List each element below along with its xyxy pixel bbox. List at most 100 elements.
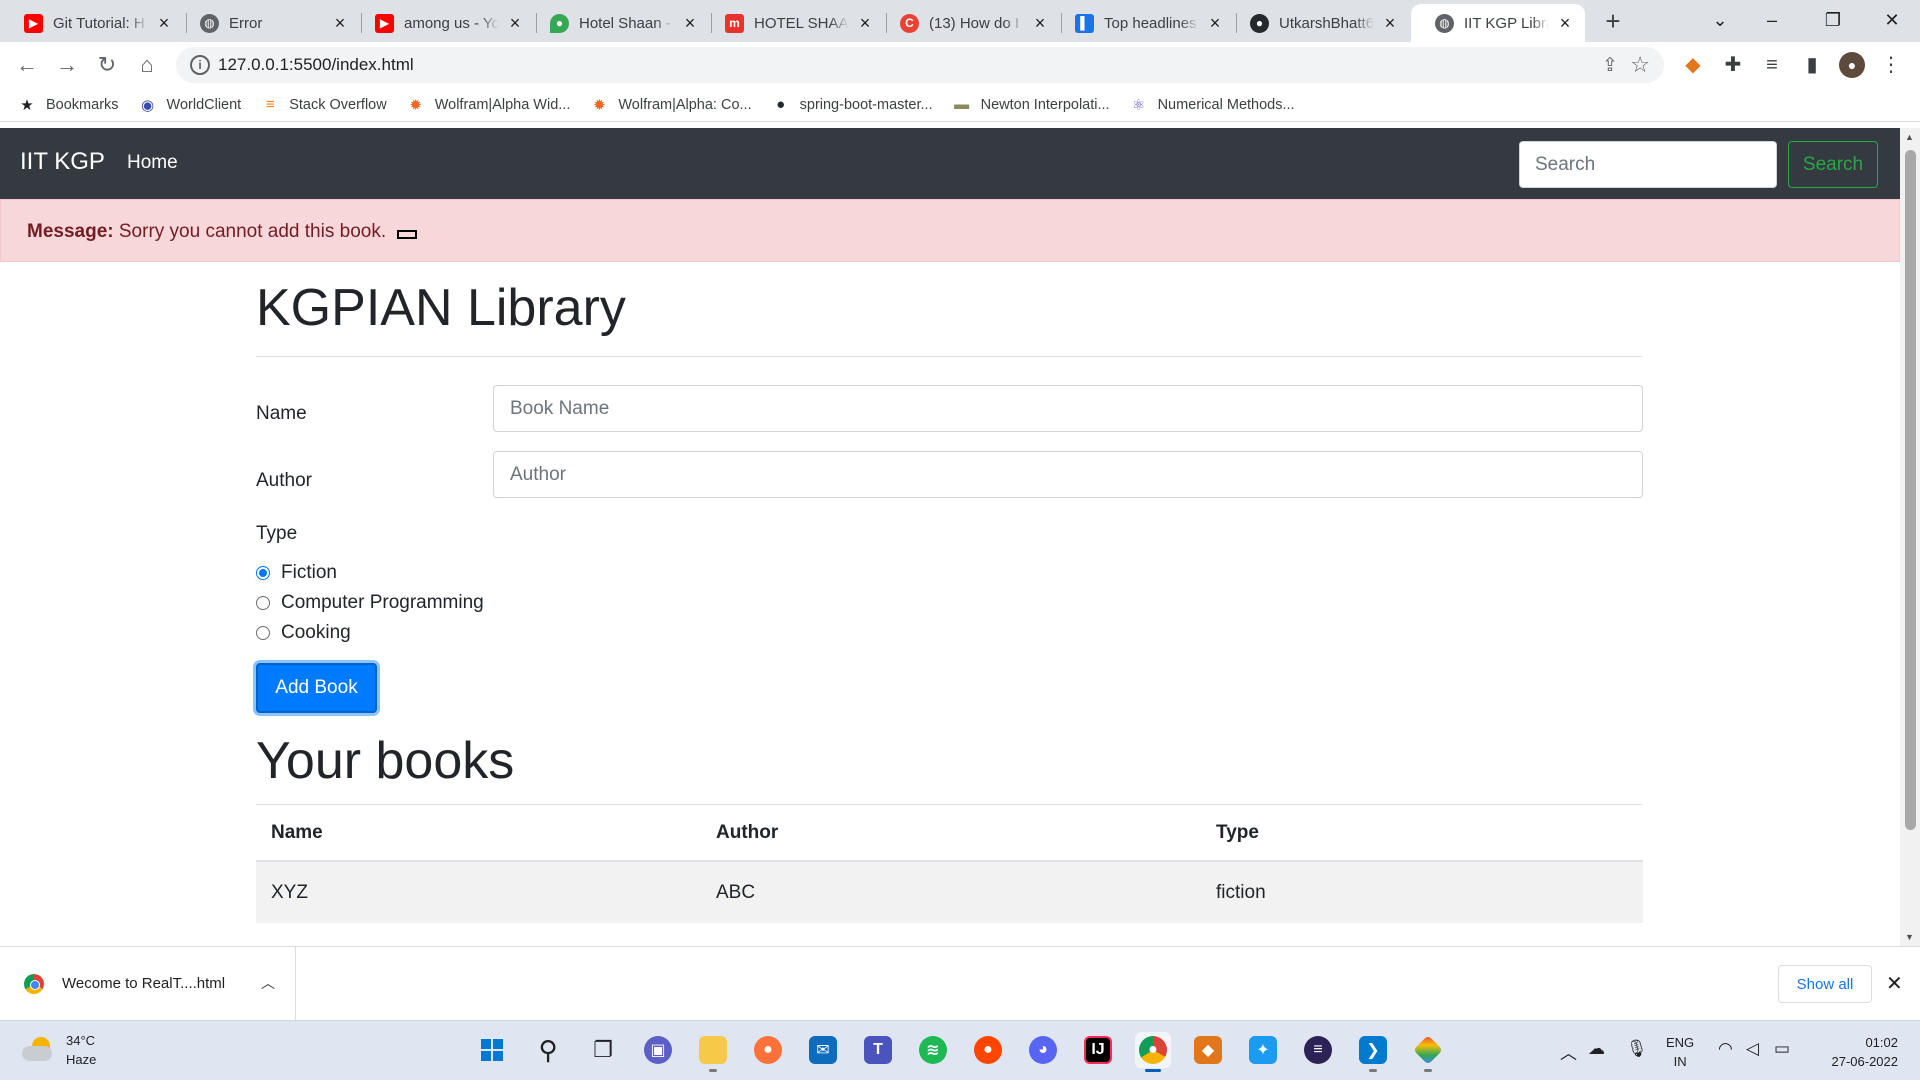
nav-link-home[interactable]: Home: [127, 152, 178, 174]
chevron-up-icon[interactable]: ︿: [1560, 1039, 1577, 1064]
firefox-icon: ●: [754, 1036, 782, 1064]
radio-computer-programming[interactable]: Computer Programming: [256, 592, 484, 614]
system-clock[interactable]: 01:02 27-06-2022: [1818, 1033, 1899, 1071]
browser-tab[interactable]: C (13) How do I ×: [876, 4, 1060, 42]
browser-tab[interactable]: m HOTEL SHAAN ×: [701, 4, 885, 42]
back-arrow-icon[interactable]: ←: [10, 48, 44, 82]
task-view-button[interactable]: ❐: [585, 1032, 621, 1068]
page-scrollbar[interactable]: ▲ ▼: [1900, 128, 1920, 946]
bookmark-item[interactable]: ✹ Wolfram|Alpha: Co...: [590, 96, 752, 114]
search-taskbar-button[interactable]: ⚲: [530, 1032, 566, 1068]
browser-tab[interactable]: ● UtkarshBhatt6 ×: [1226, 4, 1410, 42]
book-name-input[interactable]: [493, 385, 1643, 432]
bookmark-item[interactable]: ⚛ Numerical Methods...: [1130, 96, 1295, 114]
table-row: XYZ ABC fiction: [256, 860, 1643, 923]
scroll-down-arrow-icon[interactable]: ▼: [1905, 932, 1914, 942]
close-tab-icon[interactable]: ×: [1030, 13, 1050, 34]
close-tab-icon[interactable]: ×: [505, 13, 525, 34]
discord-button[interactable]: ◕: [1025, 1032, 1061, 1068]
close-icon[interactable]: ✕: [1886, 971, 1903, 996]
reddit-button[interactable]: ●: [970, 1032, 1006, 1068]
intellij-button[interactable]: IJ: [1080, 1032, 1116, 1068]
navbar-search-input[interactable]: [1519, 141, 1777, 188]
radio-cooking[interactable]: Cooking: [256, 622, 351, 644]
bookmark-item[interactable]: ▬ Newton Interpolati...: [953, 96, 1109, 114]
url-text[interactable]: 127.0.0.1:5500/index.html: [218, 55, 414, 75]
alert-text: Sorry you cannot add this book.: [113, 221, 387, 242]
profile-avatar[interactable]: ●: [1839, 52, 1865, 78]
browser-tab[interactable]: ◍ Error ×: [176, 4, 360, 42]
radio-fiction[interactable]: Fiction: [256, 562, 337, 584]
close-tab-icon[interactable]: ×: [154, 13, 174, 34]
share-icon[interactable]: ⇪: [1602, 54, 1618, 77]
youtube-icon: ▶: [24, 13, 43, 33]
navbar-brand[interactable]: IIT KGP: [20, 148, 105, 176]
close-tab-icon[interactable]: ×: [855, 13, 875, 34]
bookmark-star-icon[interactable]: ☆: [1630, 52, 1650, 78]
radio-button[interactable]: [256, 626, 270, 640]
metamask-button[interactable]: ◆: [1190, 1032, 1226, 1068]
app-button[interactable]: [1410, 1032, 1446, 1072]
close-window-icon[interactable]: ✕: [1862, 0, 1920, 42]
volume-icon[interactable]: ◁: [1746, 1039, 1759, 1059]
new-tab-button[interactable]: +: [1598, 7, 1628, 37]
close-tab-icon[interactable]: ×: [1380, 13, 1400, 34]
firefox-button[interactable]: ●: [750, 1032, 786, 1068]
onedrive-cloud-icon[interactable]: ☁: [1588, 1039, 1605, 1059]
mail-button[interactable]: ✉: [805, 1032, 841, 1068]
bookmark-item[interactable]: ≡ Stack Overflow: [261, 96, 387, 114]
address-bar[interactable]: i 127.0.0.1:5500/index.html ⇪ ☆: [176, 47, 1664, 83]
bookmark-item[interactable]: ◉ WorldClient: [139, 96, 241, 114]
close-tab-icon[interactable]: ×: [330, 13, 350, 34]
file-explorer-button[interactable]: [695, 1032, 731, 1072]
spotify-button[interactable]: ≋: [915, 1032, 951, 1068]
side-panel-icon[interactable]: ▮: [1799, 52, 1825, 78]
download-filename[interactable]: Wecome to RealT....html: [62, 975, 225, 992]
site-info-icon[interactable]: i: [190, 55, 210, 75]
menu-kebab-icon[interactable]: ⋮: [1878, 52, 1904, 78]
author-input[interactable]: [493, 451, 1643, 498]
minimize-icon[interactable]: –: [1742, 0, 1802, 42]
home-icon[interactable]: ⌂: [130, 48, 164, 82]
bookmark-item[interactable]: ✹ Wolfram|Alpha Wid...: [407, 96, 570, 114]
radio-button[interactable]: [256, 596, 270, 610]
browser-tab[interactable]: ● Hotel Shaan - ×: [526, 4, 710, 42]
start-button[interactable]: [474, 1032, 510, 1068]
close-tab-icon[interactable]: ×: [1555, 13, 1575, 34]
extensions-puzzle-icon[interactable]: ✚: [1720, 52, 1746, 78]
navbar-search-button[interactable]: Search: [1788, 141, 1878, 188]
microphone-icon[interactable]: 🎙: [1626, 1039, 1648, 1059]
close-tab-icon[interactable]: ×: [1205, 13, 1225, 34]
twitter-button[interactable]: ✦: [1245, 1032, 1281, 1068]
language-indicator[interactable]: ENG IN: [1666, 1033, 1694, 1071]
bookmark-item[interactable]: ● spring-boot-master...: [772, 96, 933, 114]
teams-button[interactable]: T: [860, 1032, 896, 1068]
wifi-icon[interactable]: ◠: [1718, 1039, 1733, 1059]
media-queue-icon[interactable]: ≡: [1759, 52, 1785, 78]
scroll-up-arrow-icon[interactable]: ▲: [1905, 132, 1914, 142]
battery-icon[interactable]: ▭: [1774, 1039, 1790, 1059]
restore-icon[interactable]: ❐: [1803, 0, 1863, 42]
scrollbar-thumb[interactable]: [1905, 150, 1916, 830]
bookmark-item[interactable]: ★ Bookmarks: [18, 96, 118, 114]
tab-search-chevron-icon[interactable]: ⌄: [1690, 0, 1750, 42]
close-tab-icon[interactable]: ×: [680, 13, 700, 34]
metamask-fox-icon[interactable]: ◆: [1680, 52, 1706, 78]
chevron-up-icon[interactable]: ︿: [261, 973, 275, 993]
browser-tab-active[interactable]: ◍ IIT KGP Library ×: [1411, 4, 1585, 42]
browser-tab[interactable]: ▶ Git Tutorial: H ×: [0, 4, 184, 42]
chat-button[interactable]: ▣: [640, 1032, 676, 1068]
vscode-button[interactable]: ❯: [1355, 1032, 1391, 1072]
eclipse-button[interactable]: ≡: [1300, 1032, 1336, 1068]
add-book-button[interactable]: Add Book: [256, 663, 377, 713]
radio-button-checked[interactable]: [256, 566, 270, 580]
weather-widget[interactable]: 34°C Haze: [22, 1031, 96, 1069]
chrome-button[interactable]: ●: [1135, 1032, 1171, 1072]
forward-arrow-icon[interactable]: →: [50, 48, 84, 82]
browser-tab[interactable]: ▌ Top headlines ×: [1051, 4, 1235, 42]
alert-close-icon[interactable]: [397, 230, 418, 239]
reload-icon[interactable]: ↻: [90, 48, 124, 82]
show-all-button[interactable]: Show all: [1778, 965, 1872, 1003]
download-item[interactable]: Wecome to RealT....html ︿: [0, 947, 296, 1020]
browser-tab[interactable]: ▶ among us - Yo ×: [351, 4, 535, 42]
